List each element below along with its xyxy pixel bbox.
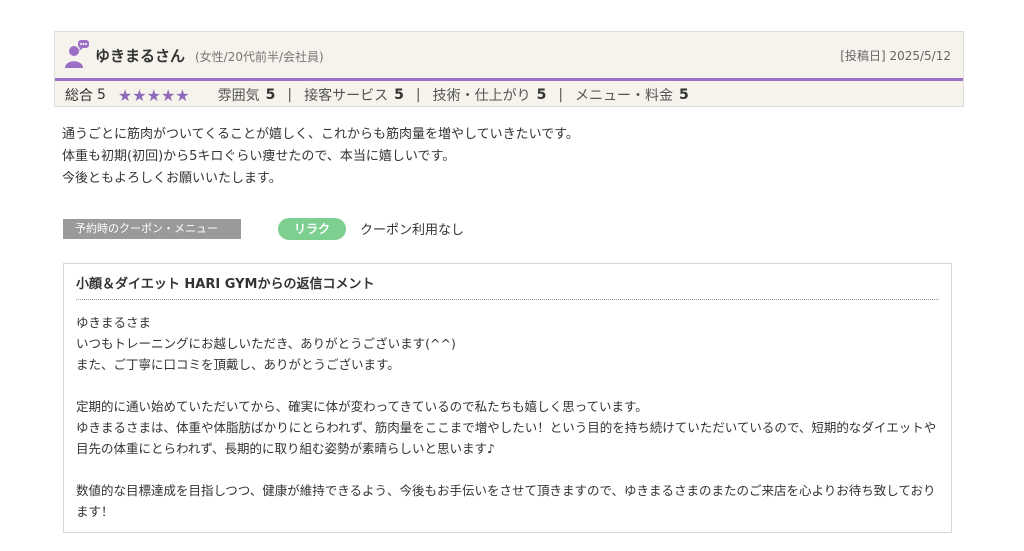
rating-label-menu-price: メニュー・料金 — [575, 88, 674, 104]
reviewer-meta: (女性/20代前半/会社員) — [195, 50, 324, 64]
rating-stars-icon: ★★★★★ — [117, 85, 190, 105]
post-date: [投稿日] 2025/5/12 — [840, 49, 951, 63]
rating-separator: | — [287, 87, 293, 103]
review-line: 体重も初期(初回)から5キロぐらい痩せたので、本当に嬉しいです。 — [62, 149, 456, 164]
salon-reply: 小顔＆ダイエット HARI GYMからの返信コメント ゆきまるさま いつもトレー… — [63, 263, 952, 533]
reply-divider — [76, 299, 939, 300]
reply-line: 定期的に通い始めていただいてから、確実に体が変わってきているので私たちも嬉しく思… — [76, 399, 648, 414]
rating-label-technique: 技術・仕上がり — [432, 88, 531, 104]
review-line: 今後ともよろしくお願いいたします。 — [62, 171, 282, 186]
ratings-row: 総合 5 ★★★★★ 雰囲気 5 | 接客サービス 5 | 技術・仕上がり 5 … — [65, 85, 689, 105]
review-line: 通うごとに筋肉がついてくることが嬉しく、これからも筋肉量を増やしていきたいです。 — [62, 127, 579, 142]
overall-value: 5 — [97, 87, 106, 103]
reply-line: また、ご丁寧に口コミを頂戴し、ありがとうございます。 — [76, 357, 400, 372]
reviewer-name: ゆきまるさん — [95, 47, 186, 65]
rating-label-service: 接客サービス — [304, 88, 389, 104]
reply-body: ゆきまるさま いつもトレーニングにお越しいただき、ありがとうございます(^^) … — [76, 312, 937, 522]
review-header-top: ゆきまるさん (女性/20代前半/会社員) [投稿日] 2025/5/12 — [55, 32, 963, 81]
rating-label-atmosphere: 雰囲気 — [217, 88, 260, 104]
rating-value-technique: 5 — [536, 87, 547, 103]
reply-title: 小顔＆ダイエット HARI GYMからの返信コメント — [76, 277, 375, 292]
reply-line: いつもトレーニングにお越しいただき、ありがとうございます(^^) — [76, 336, 456, 351]
reply-line: ゆきまるさま — [76, 315, 152, 330]
rating-value-service: 5 — [394, 87, 404, 103]
rating-value-atmosphere: 5 — [265, 87, 276, 103]
reply-line: ゆきまるさまは、体重や体脂肪ばかりにとらわれず、筋肉量をここまで増やしたい！とい… — [76, 420, 937, 456]
overall-label: 総合 — [65, 88, 93, 104]
user-avatar-icon — [65, 40, 89, 68]
coupon-category-badge: リラク — [278, 218, 346, 240]
review-card: ゆきまるさん (女性/20代前半/会社員) [投稿日] 2025/5/12 総合… — [54, 31, 964, 107]
coupon-label: 予約時のクーポン・メニュー — [63, 219, 241, 239]
review-body: 通うごとに筋肉がついてくることが嬉しく、これからも筋肉量を増やしていきたいです。… — [62, 124, 579, 190]
reply-line: 数値的な目標達成を目指しつつ、健康が維持できるよう、今後もお手伝いをさせて頂きま… — [76, 483, 936, 519]
rating-value-menu-price: 5 — [679, 87, 689, 103]
review-header: ゆきまるさん (女性/20代前半/会社員) [投稿日] 2025/5/12 総合… — [54, 31, 964, 107]
coupon-value: クーポン利用なし — [360, 223, 465, 238]
rating-separator: | — [558, 87, 564, 103]
rating-separator: | — [415, 87, 421, 103]
